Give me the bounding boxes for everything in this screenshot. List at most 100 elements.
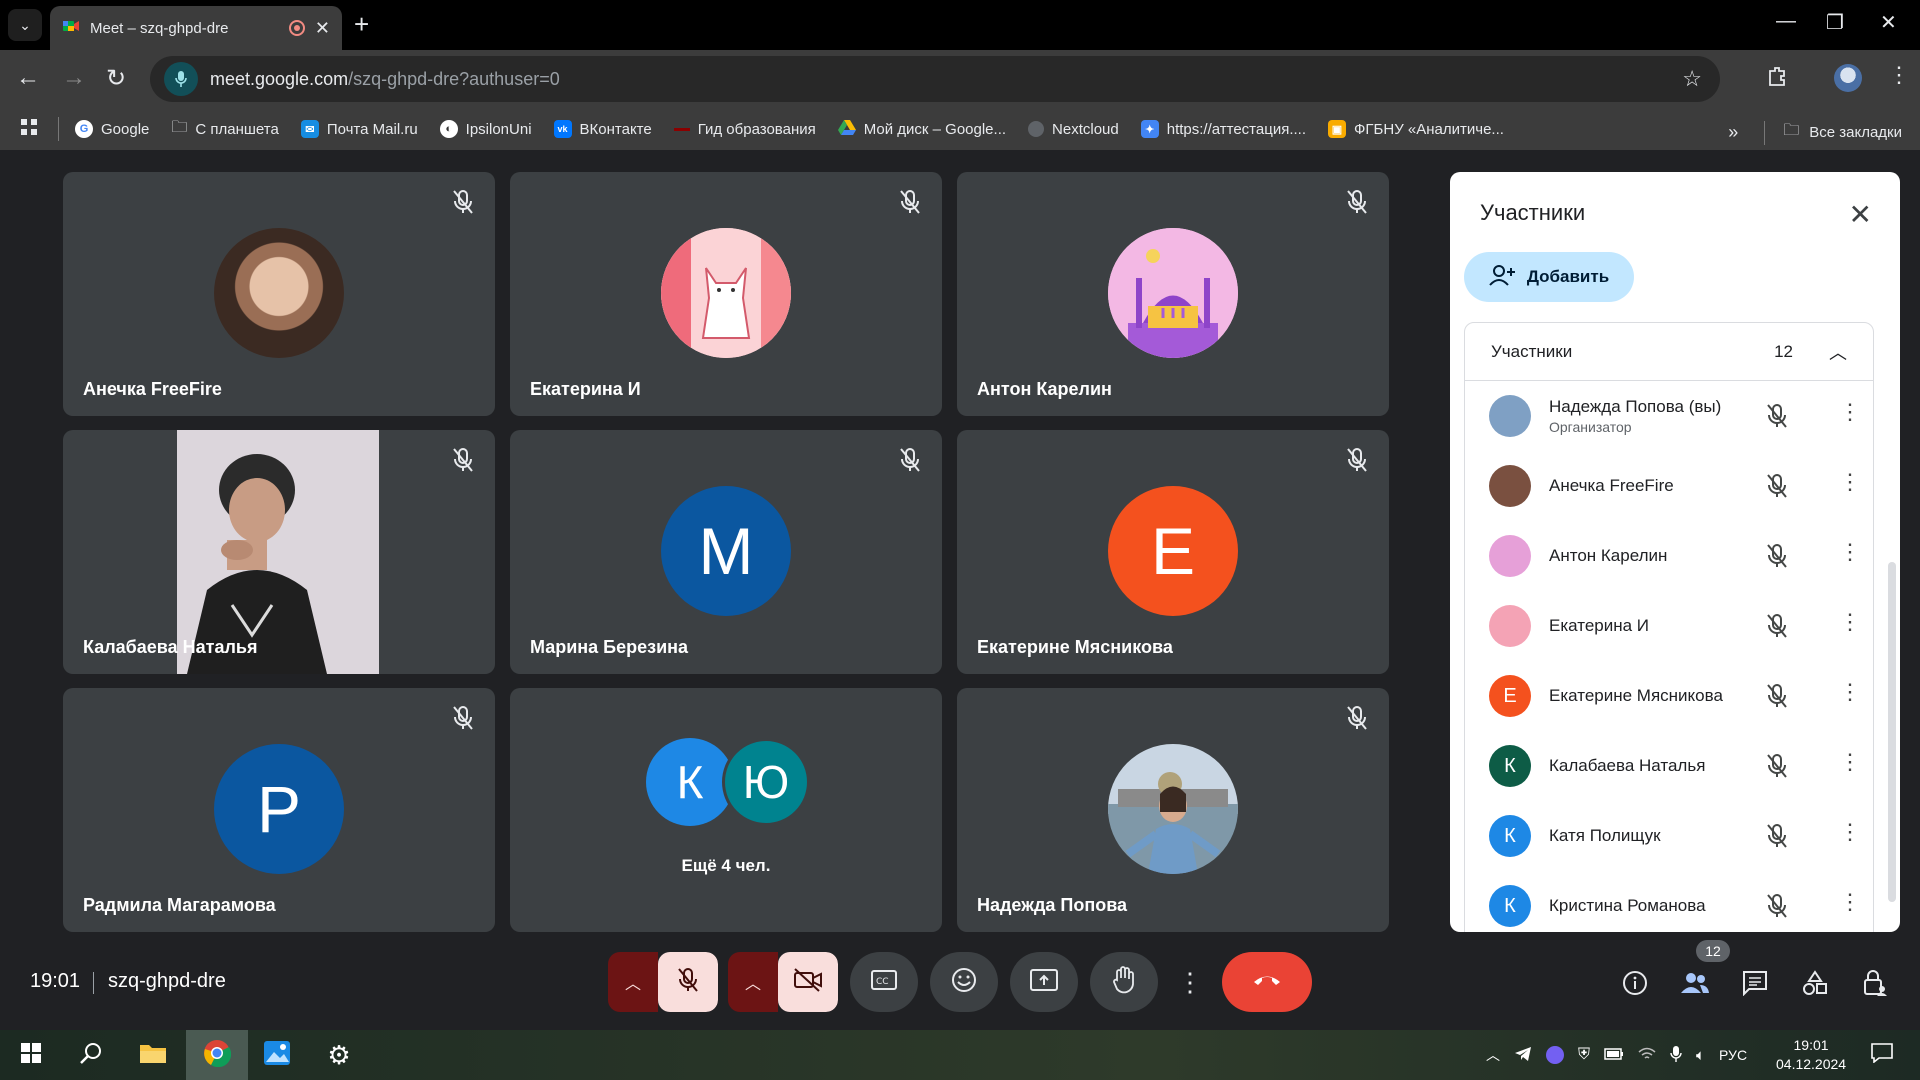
- add-people-button[interactable]: Добавить: [1464, 252, 1634, 302]
- chrome-taskbar-button[interactable]: [186, 1030, 248, 1080]
- new-tab-button[interactable]: +: [354, 10, 369, 38]
- participant-row[interactable]: Антон Карелин ⋮: [1465, 521, 1873, 591]
- captions-button[interactable]: CC: [850, 952, 918, 1012]
- nextcloud-icon: [1028, 121, 1045, 137]
- participant-tile[interactable]: Калабаева Наталья: [63, 430, 495, 674]
- bookmark-ipsilonuni[interactable]: ◐ IpsilonUni: [439, 120, 532, 138]
- participant-row[interactable]: К Катя Полищук ⋮: [1465, 801, 1873, 871]
- search-button[interactable]: [70, 1030, 112, 1080]
- bookmark-google-drive[interactable]: Мой диск – Google...: [837, 119, 1006, 139]
- mic-tray-icon[interactable]: [1670, 1045, 1682, 1066]
- info-icon: [1622, 970, 1648, 1001]
- participant-tile[interactable]: Р Радмила Магарамова: [63, 688, 495, 932]
- present-screen-button[interactable]: [1010, 952, 1078, 1012]
- bookmark-nextcloud[interactable]: Nextcloud: [1028, 121, 1119, 138]
- all-bookmarks-area: » 🗀 Все закладки: [1728, 119, 1902, 146]
- photos-app-button[interactable]: [256, 1030, 298, 1080]
- mic-toggle-button[interactable]: [658, 952, 718, 1012]
- volume-icon[interactable]: 🔈︎: [1696, 1047, 1705, 1064]
- camera-toggle-button[interactable]: [778, 952, 838, 1012]
- system-tray: ︿ ⛨ 🔈︎ РУС: [1486, 1030, 1747, 1080]
- bookmark-folder-tablet[interactable]: 🗀 С планшета: [171, 116, 278, 143]
- wifi-icon[interactable]: [1638, 1047, 1656, 1064]
- participants-group-header[interactable]: Участники 12 ︿: [1465, 323, 1873, 381]
- people-button[interactable]: [1678, 968, 1712, 1002]
- more-bookmarks-icon[interactable]: »: [1728, 122, 1738, 143]
- bookmark-google[interactable]: G Google: [75, 120, 149, 138]
- reload-icon[interactable]: ↻: [106, 64, 126, 93]
- more-vert-icon[interactable]: ⋮: [1839, 539, 1861, 565]
- camera-options-button[interactable]: ︿: [728, 952, 778, 1012]
- address-bar[interactable]: meet.google.com/szq-ghpd-dre?authuser=0 …: [150, 56, 1720, 102]
- participant-tile[interactable]: Надежда Попова: [957, 688, 1389, 932]
- settings-button[interactable]: ⚙: [318, 1030, 360, 1080]
- participant-tile[interactable]: Анечка FreeFire: [63, 172, 495, 416]
- active-tab[interactable]: Meet – szq-ghpd-dre ✕: [50, 6, 342, 50]
- avatar: [1489, 465, 1531, 507]
- host-controls-button[interactable]: [1858, 968, 1892, 1002]
- more-participants-tile[interactable]: К Ю Ещё 4 чел.: [510, 688, 942, 932]
- bookmark-edu-guide[interactable]: Гид образования: [673, 121, 816, 138]
- more-vert-icon[interactable]: ⋮: [1839, 819, 1861, 845]
- more-vert-icon[interactable]: ⋮: [1839, 609, 1861, 635]
- window-close-icon[interactable]: ✕: [1880, 10, 1897, 35]
- more-vert-icon[interactable]: ⋮: [1839, 469, 1861, 495]
- taskbar-clock[interactable]: 19:01 04.12.2024: [1776, 1036, 1846, 1074]
- close-panel-icon[interactable]: ✕: [1849, 198, 1872, 231]
- mic-in-use-icon[interactable]: [164, 62, 198, 96]
- participant-row-name: Катя Полищук: [1549, 826, 1661, 845]
- profile-avatar[interactable]: [1834, 64, 1862, 92]
- input-language[interactable]: РУС: [1719, 1047, 1747, 1063]
- participant-row[interactable]: Надежда Попова (вы) Организатор ⋮: [1465, 381, 1873, 451]
- meeting-details-button[interactable]: [1618, 968, 1652, 1002]
- chevron-up-icon: ︿: [744, 976, 761, 993]
- activities-button[interactable]: [1798, 968, 1832, 1002]
- folder-icon: 🗀: [171, 118, 188, 136]
- participant-row[interactable]: Е Екатерине Мясникова ⋮: [1465, 661, 1873, 731]
- mic-options-button[interactable]: ︿: [608, 952, 658, 1012]
- restore-icon[interactable]: ❐: [1826, 10, 1844, 35]
- participant-tile[interactable]: Екатерина И: [510, 172, 942, 416]
- notifications-button[interactable]: [1862, 1030, 1902, 1080]
- tab-strip: ⌄ Meet – szq-ghpd-dre ✕ + — ❐ ✕: [0, 0, 1920, 50]
- start-button[interactable]: [10, 1030, 52, 1080]
- battery-icon[interactable]: [1604, 1047, 1624, 1063]
- participant-tile[interactable]: М Марина Березина: [510, 430, 942, 674]
- more-vert-icon[interactable]: ⋮: [1839, 889, 1861, 915]
- bookmark-fgbnu[interactable]: ▣ ФГБНУ «Аналитиче...: [1328, 120, 1504, 138]
- bookmark-attestation[interactable]: ✦ https://аттестация....: [1140, 120, 1306, 138]
- minimize-icon[interactable]: —: [1776, 10, 1796, 33]
- reactions-button[interactable]: [930, 952, 998, 1012]
- viber-icon[interactable]: [1546, 1046, 1564, 1064]
- participant-tile[interactable]: Антон Карелин: [957, 172, 1389, 416]
- bookmark-mailru[interactable]: ✉ Почта Mail.ru: [300, 120, 418, 138]
- back-icon[interactable]: ←: [16, 64, 40, 92]
- more-vert-icon[interactable]: ⋮: [1839, 679, 1861, 705]
- participant-row[interactable]: Екатерина И ⋮: [1465, 591, 1873, 661]
- forward-icon[interactable]: →: [62, 64, 86, 92]
- all-bookmarks-link[interactable]: Все закладки: [1809, 124, 1902, 141]
- bookmark-star-icon[interactable]: ☆: [1682, 66, 1702, 92]
- more-options-button[interactable]: ⋮: [1170, 952, 1210, 1012]
- panel-scrollbar[interactable]: [1888, 562, 1896, 902]
- tab-search-button[interactable]: ⌄: [8, 9, 42, 41]
- bookmark-vk[interactable]: vk ВКонтакте: [553, 120, 652, 138]
- participant-row[interactable]: Анечка FreeFire ⋮: [1465, 451, 1873, 521]
- antivirus-icon[interactable]: ⛨: [1578, 1046, 1590, 1064]
- more-vert-icon[interactable]: ⋮: [1839, 749, 1861, 775]
- raise-hand-button[interactable]: [1090, 952, 1158, 1012]
- extensions-icon[interactable]: [1766, 65, 1788, 93]
- tab-close-icon[interactable]: ✕: [315, 18, 330, 39]
- file-explorer-button[interactable]: [132, 1030, 174, 1080]
- apps-grid-icon[interactable]: [20, 118, 38, 141]
- chevron-up-icon[interactable]: ︿: [1829, 339, 1847, 365]
- chrome-menu-icon[interactable]: ⋮: [1888, 62, 1910, 88]
- participant-row[interactable]: К Кристина Романова ⋮: [1465, 871, 1873, 932]
- leave-call-button[interactable]: [1222, 952, 1312, 1012]
- more-vert-icon[interactable]: ⋮: [1839, 399, 1861, 425]
- chevron-up-icon[interactable]: ︿: [1486, 1045, 1500, 1065]
- chat-button[interactable]: [1738, 968, 1772, 1002]
- participant-row[interactable]: К Калабаева Наталья ⋮: [1465, 731, 1873, 801]
- telegram-icon[interactable]: [1514, 1046, 1532, 1065]
- participant-tile[interactable]: Е Екатерине Мясникова: [957, 430, 1389, 674]
